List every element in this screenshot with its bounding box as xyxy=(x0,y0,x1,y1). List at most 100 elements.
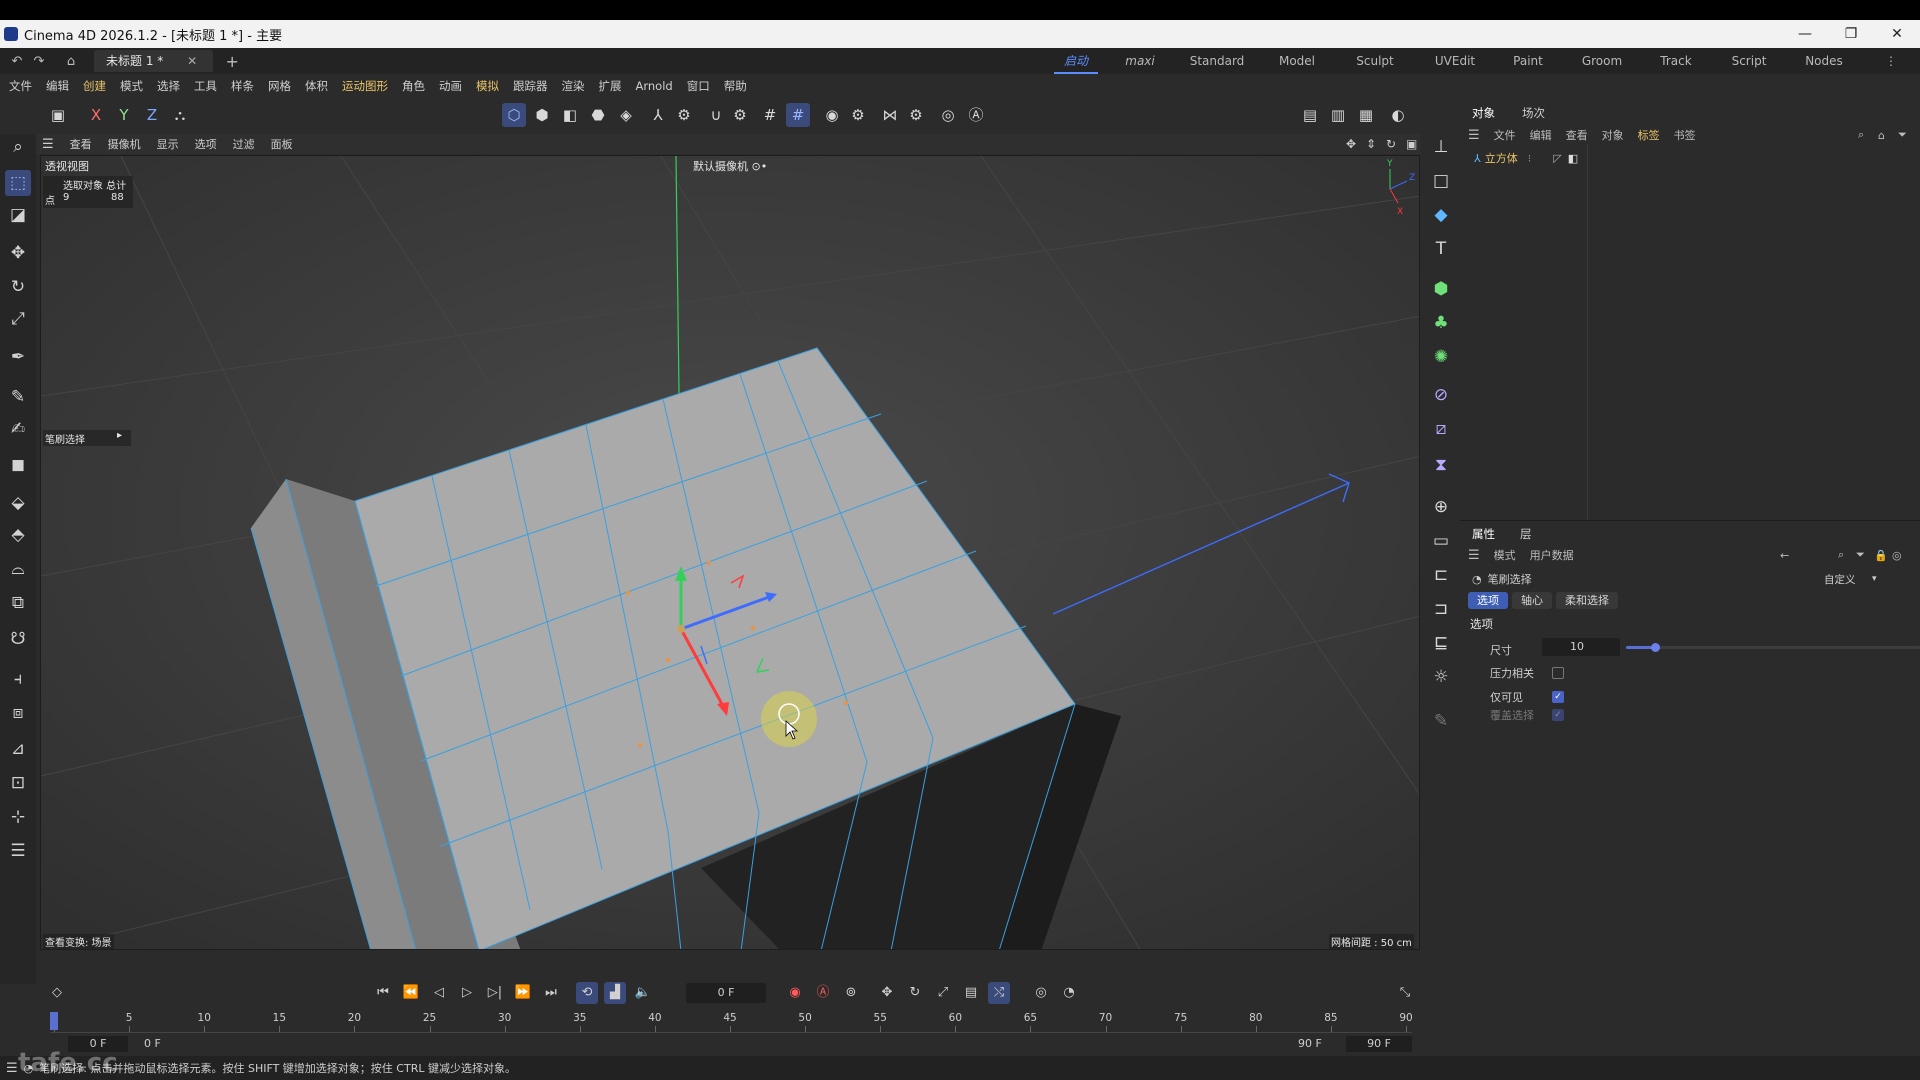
current-frame-field[interactable]: 0 F xyxy=(686,983,766,1003)
key-rotation-button[interactable]: ↻ xyxy=(904,982,926,1004)
attributes-menu-mode[interactable]: 模式 xyxy=(1494,547,1516,563)
menu-help[interactable]: 帮助 xyxy=(724,78,747,94)
layout-tab-paint[interactable]: Paint xyxy=(1504,48,1552,74)
environment-icon[interactable]: ⊕ xyxy=(1428,494,1454,520)
auto-key-button[interactable]: Ⓐ xyxy=(812,982,834,1004)
timeline-settings-button[interactable]: ◔ xyxy=(1058,982,1080,1004)
objects-menu-view[interactable]: 查看 xyxy=(1566,127,1588,143)
soft-selection-icon[interactable]: ◉ xyxy=(820,103,844,127)
snap-icon[interactable]: ∪ xyxy=(704,103,728,127)
next-key-button[interactable]: ⏩ xyxy=(512,982,534,1004)
symmetry-icon[interactable]: ⋈ xyxy=(878,103,902,127)
layout-tab-script[interactable]: Script xyxy=(1724,48,1774,74)
menu-spline[interactable]: 样条 xyxy=(231,78,254,94)
add-tab-icon[interactable]: + xyxy=(221,52,243,71)
objects-home-icon[interactable]: ⌂ xyxy=(1878,129,1885,142)
chevron-down-icon[interactable]: ▾ xyxy=(1872,574,1877,584)
fps-button[interactable]: ▟ xyxy=(604,982,626,1004)
layout-tab-sculpt[interactable]: Sculpt xyxy=(1350,48,1400,74)
bridge-icon[interactable]: ⊡ xyxy=(5,770,31,796)
visible-only-checkbox[interactable]: ✓ xyxy=(1552,691,1564,703)
subtab-axis[interactable]: 轴心 xyxy=(1512,592,1552,609)
close-window-button[interactable]: ✕ xyxy=(1874,20,1920,48)
menu-mesh[interactable]: 网格 xyxy=(268,78,291,94)
light-object-icon[interactable]: ☼ xyxy=(1428,664,1454,690)
timeline-ruler[interactable]: 051015202530354045505560657075808590 xyxy=(50,1012,1413,1032)
attributes-filter-icon[interactable]: ⏷ xyxy=(1856,548,1865,562)
menu-window[interactable]: 窗口 xyxy=(687,78,710,94)
next-frame-button[interactable]: ▷| xyxy=(484,982,506,1004)
menu-mode[interactable]: 模式 xyxy=(120,78,143,94)
viewport-menu-options[interactable]: 选项 xyxy=(195,136,217,152)
menu-character[interactable]: 角色 xyxy=(402,78,425,94)
layout-tab-groom[interactable]: Groom xyxy=(1576,48,1628,74)
layout-tab-startup[interactable]: 启动 xyxy=(1054,48,1098,74)
brush-icon[interactable]: ✎ xyxy=(1428,708,1454,734)
material-tag-icon[interactable]: ◧ xyxy=(1568,152,1578,165)
viewport-pan-icon[interactable]: ✥ xyxy=(1346,137,1356,151)
playhead[interactable] xyxy=(50,1012,58,1030)
attributes-tab[interactable]: 属性 xyxy=(1472,526,1495,542)
grid-icon[interactable]: # xyxy=(758,103,782,127)
mirror-icon[interactable]: ⫞ xyxy=(5,666,31,692)
size-input[interactable]: 10 xyxy=(1542,638,1620,656)
menu-render[interactable]: 渲染 xyxy=(562,78,585,94)
cloner-icon[interactable]: ♣ xyxy=(1428,310,1454,336)
undo-icon[interactable]: ↶ xyxy=(6,54,28,69)
objects-filter-icon[interactable]: ⏷ xyxy=(1898,128,1907,142)
go-to-end-button[interactable]: ⏭ xyxy=(540,982,562,1004)
viewport-menu-camera[interactable]: 摄像机 xyxy=(108,136,141,152)
effector-icon[interactable]: ✺ xyxy=(1428,344,1454,370)
more-layouts-icon[interactable]: ⋮ xyxy=(1880,48,1902,74)
layout-tab-model[interactable]: Model xyxy=(1272,48,1322,74)
video-camera-icon[interactable]: ⊑ xyxy=(1428,630,1454,656)
camera-icon[interactable]: ⧉ xyxy=(5,590,31,616)
menu-volume[interactable]: 体积 xyxy=(305,78,328,94)
generator-icon[interactable]: ⬙ xyxy=(5,490,31,516)
menu-file[interactable]: 文件 xyxy=(9,78,32,94)
weld-icon[interactable]: ⊹ xyxy=(5,804,31,830)
end-frame-field[interactable]: 90 F xyxy=(1346,1036,1412,1052)
viewport-menu-panel[interactable]: 面板 xyxy=(271,136,293,152)
layout-tab-maxi[interactable]: maxi xyxy=(1118,48,1162,74)
sound-icon[interactable]: 🔈 xyxy=(632,982,654,1004)
attributes-search-icon[interactable]: ⌕ xyxy=(1838,548,1844,562)
scene-render-icon[interactable]: ▭ xyxy=(1428,528,1454,554)
camera-label[interactable]: 默认摄像机 ⊙• xyxy=(693,158,767,174)
minimize-button[interactable]: — xyxy=(1782,20,1828,48)
render-camera-icon[interactable]: ⊐ xyxy=(1428,596,1454,622)
document-tab[interactable]: 未标题 1 * ✕ xyxy=(94,50,214,72)
viewport-toggle-icon[interactable]: ▣ xyxy=(1406,137,1417,151)
redo-icon[interactable]: ↷ xyxy=(28,54,50,69)
attributes-menu-userdata[interactable]: 用户数据 xyxy=(1530,547,1574,563)
text-icon[interactable]: T xyxy=(1428,236,1454,262)
preset-dropdown[interactable]: 自定义 xyxy=(1824,572,1856,587)
y-axis-lock-button[interactable]: Y xyxy=(112,103,136,127)
plane-icon[interactable]: □ xyxy=(1428,168,1454,194)
coordinate-system-icon[interactable]: ▣ xyxy=(46,103,70,127)
floor-icon[interactable]: ⌓ xyxy=(5,556,31,582)
move-tool-icon[interactable]: ✥ xyxy=(5,240,31,266)
objects-search-icon[interactable]: ⌕ xyxy=(1858,128,1864,142)
key-parameter-button[interactable]: ▤ xyxy=(960,982,982,1004)
layout-tab-nodes[interactable]: Nodes xyxy=(1798,48,1850,74)
knife-icon[interactable]: ⊿ xyxy=(5,736,31,762)
close-tab-icon[interactable]: ✕ xyxy=(187,54,197,68)
pen-tool-icon[interactable]: ✒ xyxy=(5,344,31,370)
viewport-menu-filter[interactable]: 过滤 xyxy=(233,136,255,152)
camera-object-icon[interactable]: ⊏ xyxy=(1428,562,1454,588)
menu-tools[interactable]: 工具 xyxy=(194,78,217,94)
layer-icon[interactable]: ☰ xyxy=(5,838,31,864)
tag-icon[interactable]: ◸ xyxy=(1553,152,1561,165)
deformer-bend-icon[interactable]: ⊘ xyxy=(1428,382,1454,408)
restore-button[interactable]: ❐ xyxy=(1828,20,1874,48)
cube-primitive-icon[interactable]: ◼ xyxy=(5,452,31,478)
previous-frame-button[interactable]: ◁ xyxy=(428,982,450,1004)
perspective-viewport[interactable]: Y Z X 透视视图 默认摄像机 ⊙• 选取对象 总计 点 9 88 笔刷选择 … xyxy=(40,155,1420,950)
menu-mograph[interactable]: 运动图形 xyxy=(342,78,388,94)
workplane-icon[interactable]: # xyxy=(786,103,810,127)
field-icon[interactable]: ⧗ xyxy=(1428,452,1454,478)
object-row-cube[interactable]: ⅄ 立方体 ⁝ ◸ ◧ xyxy=(1474,150,1578,166)
pressure-checkbox[interactable] xyxy=(1552,667,1564,679)
menu-create[interactable]: 创建 xyxy=(83,78,106,94)
